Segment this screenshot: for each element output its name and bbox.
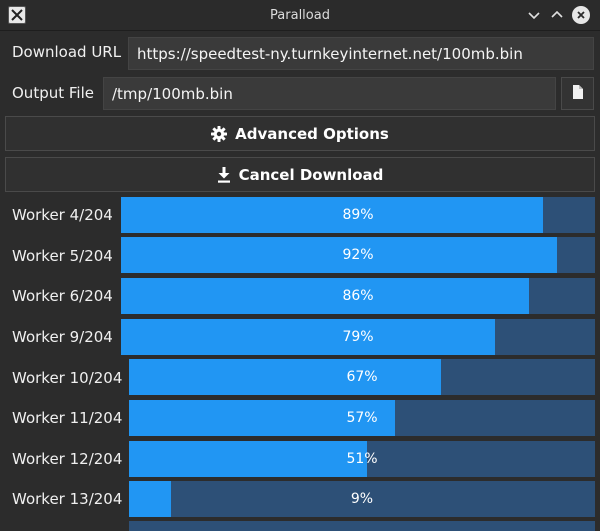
download-icon	[217, 166, 231, 183]
worker-progress-text: 57%	[346, 410, 378, 426]
gear-icon	[211, 125, 228, 142]
worker-label: Worker 9/204	[12, 328, 113, 346]
worker-progress-bar: 79%	[121, 319, 595, 355]
output-file-label: Output File	[12, 84, 94, 102]
worker-progress-bar: 92%	[121, 237, 595, 273]
download-url-label: Download URL	[12, 43, 122, 61]
browse-file-button[interactable]	[561, 77, 594, 110]
worker-progress-text: 89%	[342, 207, 374, 223]
worker-progress-text: 86%	[342, 288, 374, 304]
close-icon[interactable]	[572, 6, 590, 24]
minimize-icon[interactable]	[525, 6, 543, 24]
cancel-download-label: Cancel Download	[238, 165, 384, 184]
worker-progress-bar-partial	[129, 521, 595, 531]
file-icon	[571, 84, 585, 104]
worker-progress-text: 79%	[342, 329, 374, 345]
worker-label: Worker 4/204	[12, 206, 113, 224]
worker-progress-bar: 57%	[129, 400, 595, 436]
maximize-icon[interactable]	[548, 6, 566, 24]
download-url-input[interactable]	[128, 37, 594, 70]
worker-progress-text: 92%	[342, 247, 374, 263]
worker-label: Worker 6/204	[12, 287, 113, 305]
worker-progress-bar: 51%	[129, 441, 595, 477]
output-file-input[interactable]	[103, 77, 556, 110]
worker-progress-text: 67%	[346, 369, 378, 385]
title-bar: Paralload	[0, 0, 600, 31]
worker-label: Worker 12/204	[12, 450, 123, 468]
worker-label: Worker 11/204	[12, 409, 123, 427]
advanced-options-label: Advanced Options	[235, 124, 389, 143]
worker-label: Worker 10/204	[12, 369, 123, 387]
worker-label: Worker 5/204	[12, 247, 113, 265]
worker-progress-bar: 9%	[129, 481, 595, 517]
worker-label: Worker 13/204	[12, 490, 123, 508]
worker-progress-text: 51%	[346, 451, 378, 467]
worker-progress-bar: 86%	[121, 278, 595, 314]
worker-progress-text: 9%	[350, 491, 374, 507]
advanced-options-button[interactable]: Advanced Options	[5, 116, 595, 151]
worker-progress-bar: 89%	[121, 197, 595, 233]
window-title: Paralload	[270, 8, 330, 23]
cancel-download-button[interactable]: Cancel Download	[5, 157, 595, 192]
worker-progress-bar: 67%	[129, 359, 595, 395]
